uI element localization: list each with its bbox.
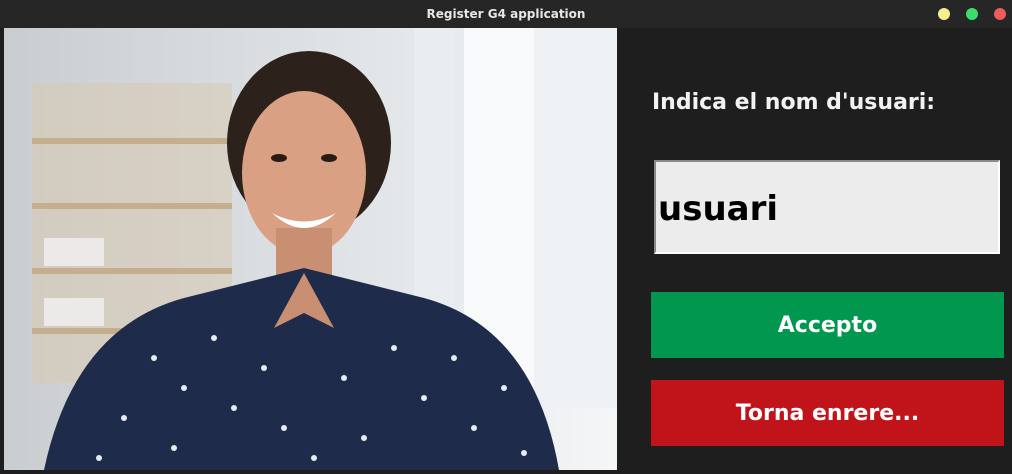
minimize-icon[interactable] <box>938 8 950 20</box>
back-button[interactable]: Torna enrere... <box>651 380 1004 446</box>
user-photo <box>4 28 617 470</box>
username-input[interactable] <box>654 160 1000 254</box>
window-title: Register G4 application <box>426 7 586 21</box>
username-prompt: Indica el nom d'usuari: <box>652 90 936 115</box>
main-content: Indica el nom d'usuari: Accepto Torna en… <box>0 28 1012 474</box>
accept-button[interactable]: Accepto <box>651 292 1004 358</box>
photo-illustration <box>4 28 617 470</box>
title-bar: Register G4 application <box>0 0 1012 28</box>
maximize-icon[interactable] <box>966 8 978 20</box>
close-icon[interactable] <box>994 8 1006 20</box>
